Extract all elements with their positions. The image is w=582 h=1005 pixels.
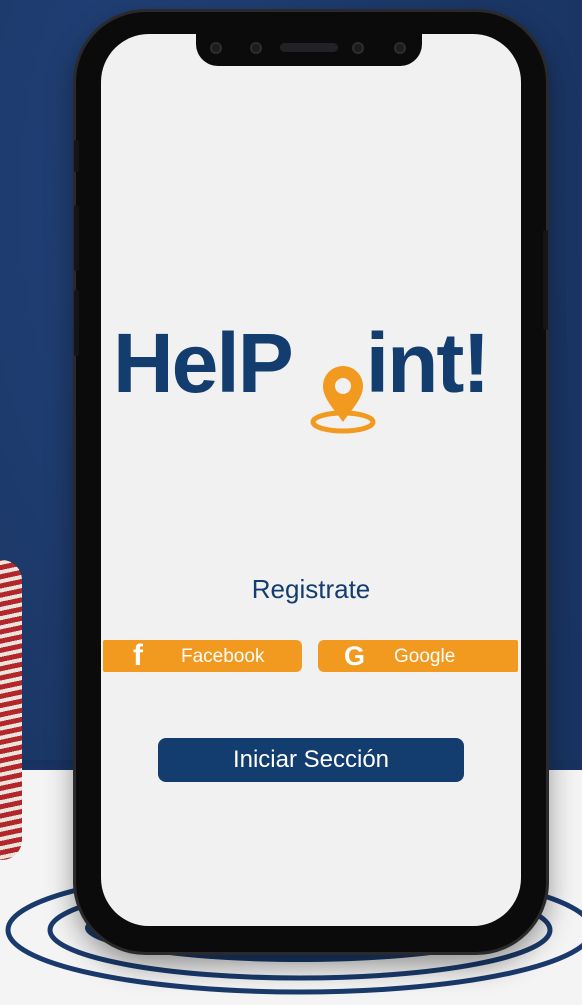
logo-text-right: int!: [365, 316, 491, 410]
phone-notch: [196, 32, 422, 66]
sign-in-button[interactable]: Iniciar Sección: [158, 738, 464, 782]
helpoint-logo: HelP int!: [113, 318, 513, 438]
sign-in-label: Iniciar Sección: [232, 746, 390, 773]
sensor-dot: [210, 42, 222, 54]
facebook-label: Facebook: [181, 646, 265, 667]
logo-text-left: HelP: [113, 316, 294, 410]
phone-volume-up: [74, 205, 79, 271]
earpiece-speaker: [280, 43, 338, 52]
phone-power-button: [543, 230, 548, 330]
register-label[interactable]: Registrate: [201, 574, 421, 605]
phone-volume-down: [74, 290, 79, 356]
sensor-dot: [394, 42, 406, 54]
google-login-button[interactable]: G Google: [318, 640, 518, 672]
google-icon: G: [344, 641, 366, 671]
sensor-dot: [352, 42, 364, 54]
facebook-icon: f: [133, 639, 143, 672]
phone-screen: [101, 34, 521, 926]
front-camera: [250, 42, 262, 54]
logo-wordmark: HelP int!: [113, 316, 491, 410]
decorative-scarf: [0, 560, 22, 860]
google-label: Google: [394, 646, 456, 667]
location-pin-icon: [310, 366, 376, 434]
facebook-login-button[interactable]: f Facebook: [103, 640, 302, 672]
phone-side-button: [74, 140, 79, 172]
